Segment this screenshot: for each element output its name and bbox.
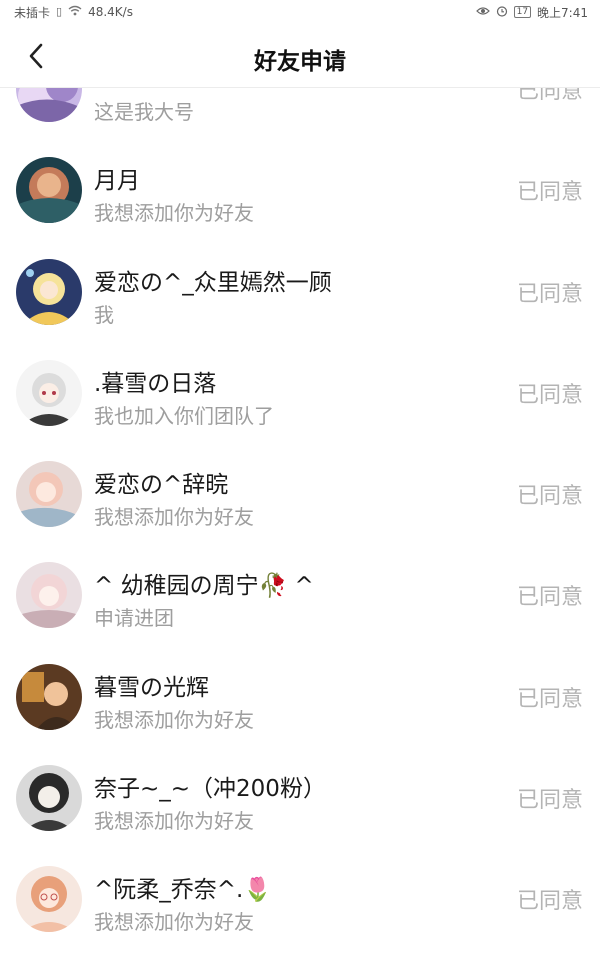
requester-name: .暮雪の日落 bbox=[94, 370, 217, 397]
request-message: 我想添加你为好友 bbox=[94, 505, 254, 530]
status-bar: 未插卡 ▯ 48.4K/s 17 晚上7:41 bbox=[0, 0, 600, 24]
avatar[interactable] bbox=[16, 461, 82, 528]
request-status: 已同意 bbox=[516, 889, 583, 915]
avatar[interactable] bbox=[16, 258, 82, 325]
friend-request-list[interactable]: 这是我大号 已同意 月月 我想添加你为好友 已同意 爱恋の^_众里嫣然一顾 我 … bbox=[0, 88, 600, 960]
request-row[interactable]: 这是我大号 已同意 bbox=[0, 88, 600, 139]
avatar[interactable] bbox=[16, 663, 82, 730]
eye-icon bbox=[475, 6, 490, 19]
carrier-label: 未插卡 bbox=[14, 5, 51, 20]
request-status: 已同意 bbox=[516, 88, 583, 104]
header: 好友申请 bbox=[0, 24, 600, 88]
request-status: 已同意 bbox=[516, 686, 583, 712]
avatar[interactable] bbox=[16, 88, 82, 122]
wifi-icon bbox=[68, 5, 82, 19]
battery-level: 17 bbox=[516, 7, 529, 17]
requester-name: 暮雪の光辉 bbox=[94, 674, 209, 701]
request-status: 已同意 bbox=[516, 281, 583, 307]
request-status: 已同意 bbox=[516, 788, 583, 814]
request-row[interactable]: .暮雪の日落 我也加入你们团队了 已同意 bbox=[0, 342, 600, 443]
battery-icon: 17 bbox=[513, 6, 532, 18]
request-message: 我想添加你为好友 bbox=[94, 809, 254, 834]
request-row[interactable]: ^阮柔_乔奈^.🌷 我想添加你为好友 已同意 bbox=[0, 848, 600, 949]
request-message: 我也加入你们团队了 bbox=[94, 403, 274, 428]
avatar[interactable] bbox=[16, 359, 82, 426]
request-row[interactable]: 爱恋の^_众里嫣然一顾 我 已同意 bbox=[0, 241, 600, 342]
requester-name: 爱恋の^辞晥 bbox=[94, 472, 229, 499]
request-message: 我想添加你为好友 bbox=[94, 910, 254, 935]
requester-name: 爱恋の^_众里嫣然一顾 bbox=[94, 269, 332, 296]
request-message: 我 bbox=[94, 302, 114, 327]
requester-name: 月月 bbox=[94, 168, 140, 195]
page-title: 好友申请 bbox=[254, 49, 346, 75]
request-message: 这是我大号 bbox=[94, 100, 194, 124]
request-status: 已同意 bbox=[516, 382, 583, 408]
alarm-icon bbox=[496, 5, 508, 20]
requester-name: 奈子~_~（冲200粉） bbox=[94, 776, 326, 803]
avatar[interactable] bbox=[16, 562, 82, 629]
avatar[interactable] bbox=[16, 866, 82, 933]
request-message: 我想添加你为好友 bbox=[94, 201, 254, 226]
request-message: 申请进团 bbox=[94, 606, 174, 631]
request-row[interactable]: 奈子~_~（冲200粉） 我想添加你为好友 已同意 bbox=[0, 747, 600, 848]
avatar[interactable] bbox=[16, 765, 82, 832]
request-status: 已同意 bbox=[516, 484, 583, 510]
requester-name: ^阮柔_乔奈^.🌷 bbox=[94, 877, 272, 904]
request-message: 我想添加你为好友 bbox=[94, 707, 254, 732]
request-row[interactable]: 月月 我想添加你为好友 已同意 bbox=[0, 139, 600, 240]
net-speed: 48.4K/s bbox=[88, 5, 133, 19]
request-status: 已同意 bbox=[516, 180, 583, 206]
request-status: 已同意 bbox=[516, 585, 583, 611]
clock: 晚上7:41 bbox=[537, 5, 588, 20]
request-row[interactable]: 爱恋の^辞晥 我想添加你为好友 已同意 bbox=[0, 443, 600, 544]
avatar[interactable] bbox=[16, 157, 82, 224]
requester-name: ^ 幼稚园の周宁🥀 ^ bbox=[94, 573, 314, 600]
request-row[interactable]: 暮雪の光辉 我想添加你为好友 已同意 bbox=[0, 646, 600, 747]
request-row[interactable]: ^ 幼稚园の周宁🥀 ^ 申请进团 已同意 bbox=[0, 544, 600, 645]
sim-icon: ▯ bbox=[56, 5, 63, 18]
